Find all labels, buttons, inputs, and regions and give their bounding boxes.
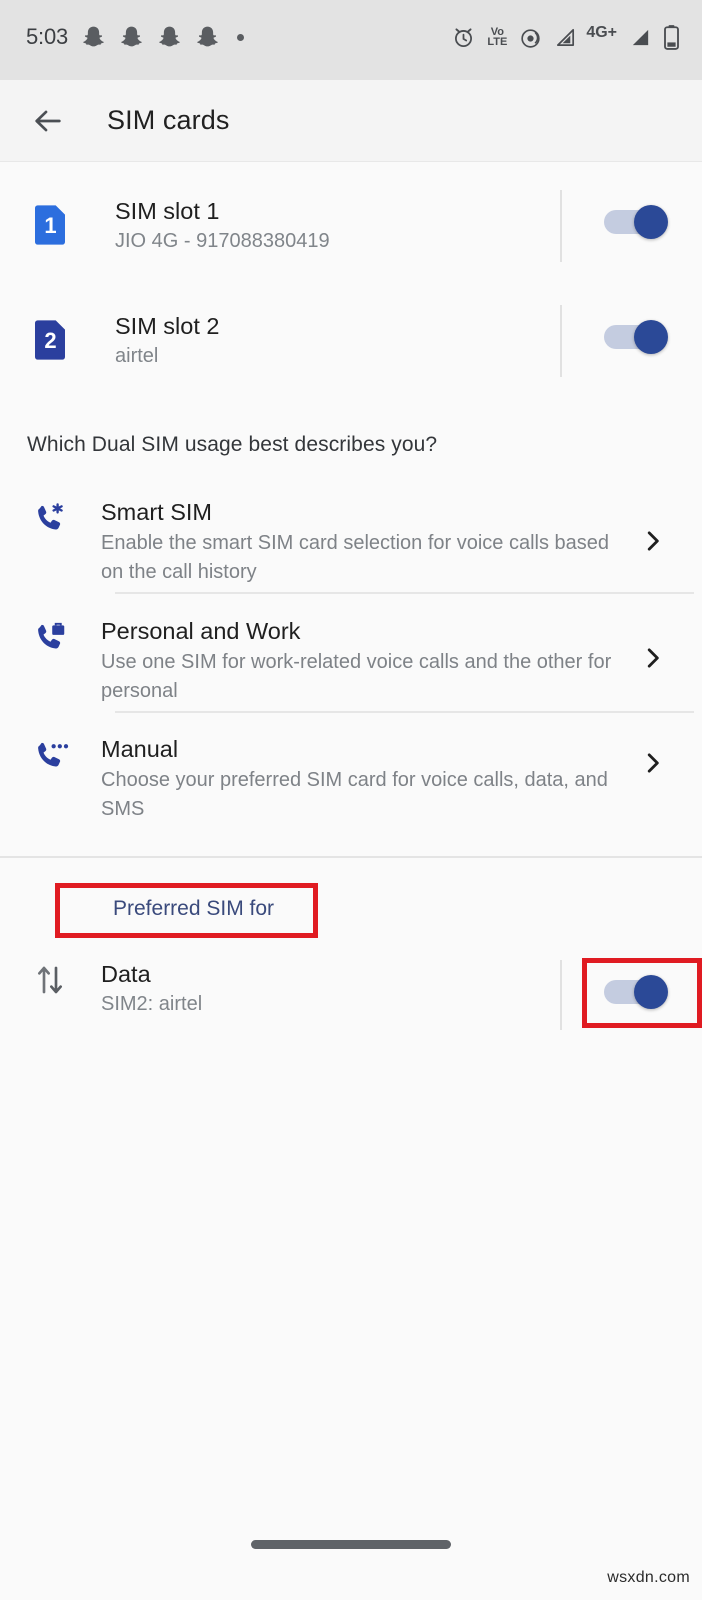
sim-slot-2-toggle[interactable]	[604, 320, 676, 354]
sim-card-icon: 1	[35, 205, 65, 245]
status-bar: 5:03 Vo LTE 4G+	[0, 0, 702, 80]
snapchat-ghost-icon	[197, 26, 218, 47]
data-icon-wrap	[0, 960, 100, 998]
phone-dots-icon	[38, 742, 69, 767]
sim-slot-1-row[interactable]: 1 SIM slot 1 JIO 4G - 917088380419	[0, 175, 702, 275]
toggle-thumb	[634, 205, 668, 239]
back-button[interactable]	[18, 104, 78, 138]
chevron-right-icon[interactable]	[640, 645, 666, 671]
personal-work-text: Personal and Work Use one SIM for work-r…	[100, 616, 702, 706]
phone-asterisk-icon	[38, 503, 63, 530]
notification-dot-icon	[237, 33, 245, 41]
volte-icon: Vo LTE	[487, 26, 508, 48]
svg-text:1: 1	[44, 213, 56, 238]
battery-icon	[664, 25, 679, 50]
sim-slot-1-toggle[interactable]	[604, 205, 676, 239]
option-divider	[115, 592, 694, 594]
page-title: SIM cards	[107, 105, 230, 135]
status-bar-clock: 5:03	[26, 24, 69, 49]
signal-sim1-icon	[557, 28, 575, 46]
smart-sim-subtitle: Enable the smart SIM card selection for …	[101, 532, 610, 583]
smart-sim-title: Smart SIM	[101, 499, 212, 525]
smart-sim-text: Smart SIM Enable the smart SIM card sele…	[100, 497, 702, 587]
option-manual-row[interactable]: Manual Choose your preferred SIM card fo…	[0, 734, 702, 824]
option-smart-sim-row[interactable]: Smart SIM Enable the smart SIM card sele…	[0, 497, 702, 587]
svg-text:2: 2	[44, 328, 56, 353]
signal-sim2-icon	[632, 29, 649, 45]
status-bar-right: Vo LTE 4G+	[451, 24, 680, 50]
phone-briefcase-icon	[38, 622, 65, 649]
annotation-box-preferred-header	[55, 883, 318, 938]
network-type-label: 4G+	[586, 24, 617, 41]
alarm-icon	[455, 27, 473, 47]
hotspot-icon	[521, 28, 540, 48]
personal-work-subtitle: Use one SIM for work-related voice calls…	[101, 651, 612, 702]
annotation-box-data-toggle	[582, 958, 702, 1028]
chevron-right-icon[interactable]	[640, 750, 666, 776]
watermark: wsxdn.com	[607, 1569, 690, 1586]
personal-work-title: Personal and Work	[101, 618, 301, 644]
home-indicator[interactable]	[251, 1540, 451, 1549]
snapchat-ghost-icon	[159, 26, 180, 47]
sim-card-icon: 2	[35, 320, 65, 360]
manual-text: Manual Choose your preferred SIM card fo…	[100, 734, 702, 824]
dual-sim-usage-question: Which Dual SIM usage best describes you?	[27, 433, 438, 456]
app-bar: SIM cards	[0, 80, 702, 162]
data-transfer-icon	[38, 966, 62, 994]
sim-2-divider	[560, 305, 562, 377]
sim-1-icon-wrap: 1	[0, 204, 100, 246]
toggle-thumb	[634, 320, 668, 354]
manual-subtitle: Choose your preferred SIM card for voice…	[101, 769, 608, 820]
sim-slot-2-row[interactable]: 2 SIM slot 2 airtel	[0, 290, 702, 390]
section-divider	[0, 856, 702, 858]
phone-screen: 5:03 Vo LTE 4G+ SIM cards 1 SIM slot 1 J…	[0, 0, 702, 1600]
chevron-right-icon[interactable]	[640, 528, 666, 554]
status-bar-left: 5:03	[26, 24, 245, 50]
snapchat-ghost-icon	[121, 26, 142, 47]
sim-1-divider	[560, 190, 562, 262]
manual-title: Manual	[101, 736, 179, 762]
sim-2-icon-wrap: 2	[0, 319, 100, 361]
option-personal-work-row[interactable]: Personal and Work Use one SIM for work-r…	[0, 616, 702, 706]
personal-work-icon-wrap	[0, 616, 100, 658]
smart-sim-icon-wrap	[0, 497, 100, 539]
data-row-divider	[560, 960, 562, 1030]
back-arrow-icon	[35, 110, 61, 131]
snapchat-ghost-icon	[83, 26, 104, 47]
manual-icon-wrap	[0, 734, 100, 776]
option-divider	[115, 711, 694, 713]
